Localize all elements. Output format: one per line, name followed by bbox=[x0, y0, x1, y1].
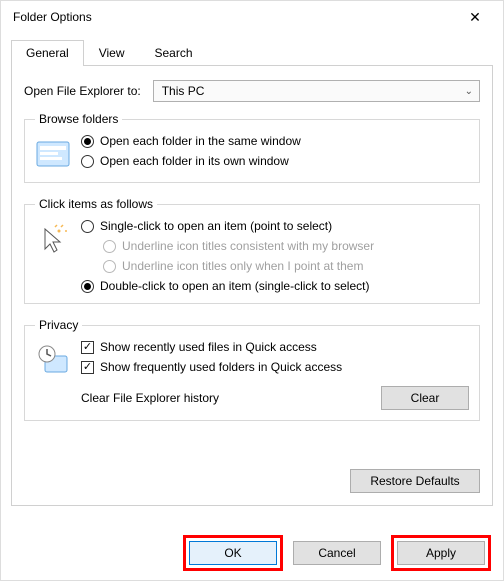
radio-underline-browser: Underline icon titles consistent with my… bbox=[103, 239, 374, 253]
ok-button-label: OK bbox=[224, 546, 241, 560]
radio-underline-point: Underline icon titles only when I point … bbox=[103, 259, 374, 273]
radio-icon bbox=[103, 260, 116, 273]
radio-double-click[interactable]: Double-click to open an item (single-cli… bbox=[81, 279, 374, 293]
open-to-combobox[interactable]: This PC ⌄ bbox=[153, 80, 480, 102]
tab-search[interactable]: Search bbox=[140, 40, 208, 66]
clear-button-label: Clear bbox=[411, 391, 440, 405]
checkbox-frequent-folders[interactable]: Show frequently used folders in Quick ac… bbox=[81, 360, 469, 374]
tab-general[interactable]: General bbox=[11, 40, 84, 66]
restore-defaults-button[interactable]: Restore Defaults bbox=[350, 469, 480, 493]
folder-options-dialog: Folder Options ✕ General View Search Ope… bbox=[0, 0, 504, 581]
radio-own-window-label: Open each folder in its own window bbox=[100, 154, 289, 168]
ok-button[interactable]: OK bbox=[189, 541, 277, 565]
open-to-row: Open File Explorer to: This PC ⌄ bbox=[24, 80, 480, 102]
checkbox-recent-files[interactable]: Show recently used files in Quick access bbox=[81, 340, 469, 354]
radio-double-click-label: Double-click to open an item (single-cli… bbox=[100, 279, 369, 293]
open-to-label: Open File Explorer to: bbox=[24, 84, 141, 98]
dialog-footer: OK Cancel Apply bbox=[1, 526, 503, 580]
cursor-click-icon bbox=[35, 221, 71, 257]
window-title: Folder Options bbox=[13, 10, 92, 24]
checkbox-icon bbox=[81, 361, 94, 374]
radio-icon bbox=[81, 135, 94, 148]
close-icon[interactable]: ✕ bbox=[457, 9, 493, 26]
radio-icon bbox=[103, 240, 116, 253]
clear-button[interactable]: Clear bbox=[381, 386, 469, 410]
client-area: General View Search Open File Explorer t… bbox=[1, 33, 503, 506]
browse-folders-legend: Browse folders bbox=[35, 112, 122, 126]
click-items-legend: Click items as follows bbox=[35, 197, 157, 211]
history-clock-icon bbox=[35, 342, 71, 378]
radio-own-window[interactable]: Open each folder in its own window bbox=[81, 154, 301, 168]
open-to-value: This PC bbox=[162, 84, 205, 98]
tab-general-label: General bbox=[26, 46, 69, 60]
radio-icon bbox=[81, 155, 94, 168]
folder-window-icon bbox=[35, 136, 71, 172]
radio-single-click[interactable]: Single-click to open an item (point to s… bbox=[81, 219, 374, 233]
chevron-down-icon: ⌄ bbox=[465, 86, 473, 97]
tab-view-label: View bbox=[99, 46, 125, 60]
tab-search-label: Search bbox=[155, 46, 193, 60]
radio-underline-point-label: Underline icon titles only when I point … bbox=[122, 259, 363, 273]
radio-same-window-label: Open each folder in the same window bbox=[100, 134, 301, 148]
tab-view[interactable]: View bbox=[84, 40, 140, 66]
checkbox-frequent-folders-label: Show frequently used folders in Quick ac… bbox=[100, 360, 342, 374]
radio-icon bbox=[81, 280, 94, 293]
clear-history-label: Clear File Explorer history bbox=[81, 391, 219, 405]
radio-icon bbox=[81, 220, 94, 233]
radio-underline-browser-label: Underline icon titles consistent with my… bbox=[122, 239, 374, 253]
tab-strip: General View Search bbox=[11, 39, 493, 66]
restore-defaults-label: Restore Defaults bbox=[370, 474, 459, 488]
checkbox-recent-files-label: Show recently used files in Quick access bbox=[100, 340, 317, 354]
apply-button[interactable]: Apply bbox=[397, 541, 485, 565]
radio-single-click-label: Single-click to open an item (point to s… bbox=[100, 219, 332, 233]
click-items-group: Click items as follows Single-click to o… bbox=[24, 197, 480, 304]
tab-panel-general: Open File Explorer to: This PC ⌄ Browse … bbox=[11, 66, 493, 506]
privacy-group: Privacy Show recently used files in Quic… bbox=[24, 318, 480, 421]
highlight-apply: Apply bbox=[391, 535, 491, 571]
highlight-ok: OK bbox=[183, 535, 283, 571]
checkbox-icon bbox=[81, 341, 94, 354]
titlebar: Folder Options ✕ bbox=[1, 1, 503, 33]
cancel-button[interactable]: Cancel bbox=[293, 541, 381, 565]
apply-button-label: Apply bbox=[426, 546, 456, 560]
privacy-legend: Privacy bbox=[35, 318, 82, 332]
browse-folders-group: Browse folders Open each folder in the s… bbox=[24, 112, 480, 183]
radio-same-window[interactable]: Open each folder in the same window bbox=[81, 134, 301, 148]
cancel-button-label: Cancel bbox=[318, 546, 355, 560]
